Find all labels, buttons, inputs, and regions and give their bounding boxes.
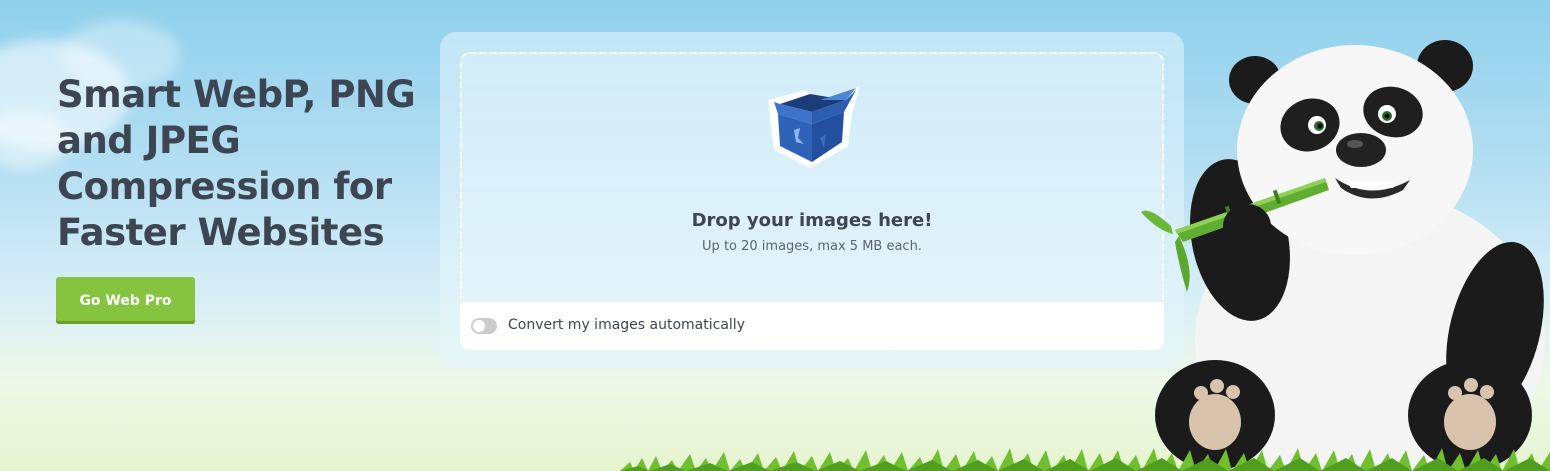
panda-mascot: [1141, 40, 1545, 471]
convert-toggle-label: Convert my images automatically: [508, 317, 745, 333]
drop-subtitle: Up to 20 images, max 5 MB each.: [702, 239, 922, 254]
hero-text: Smart WebP, PNG and JPEG Compression for…: [57, 72, 417, 256]
box-icon: [768, 86, 860, 168]
upload-panel: Drop your images here! Up to 20 images, …: [440, 32, 1184, 368]
toggle-knob: [473, 320, 485, 332]
drop-title: Drop your images here!: [691, 210, 933, 231]
grass: [620, 448, 1550, 471]
hero-title: Smart WebP, PNG and JPEG Compression for…: [57, 73, 416, 254]
go-web-pro-button[interactable]: Go Web Pro: [56, 277, 195, 324]
image-dropzone[interactable]: Drop your images here! Up to 20 images, …: [460, 52, 1164, 300]
convert-toggle[interactable]: [471, 318, 497, 334]
options-bar: Convert my images automatically: [460, 302, 1164, 350]
